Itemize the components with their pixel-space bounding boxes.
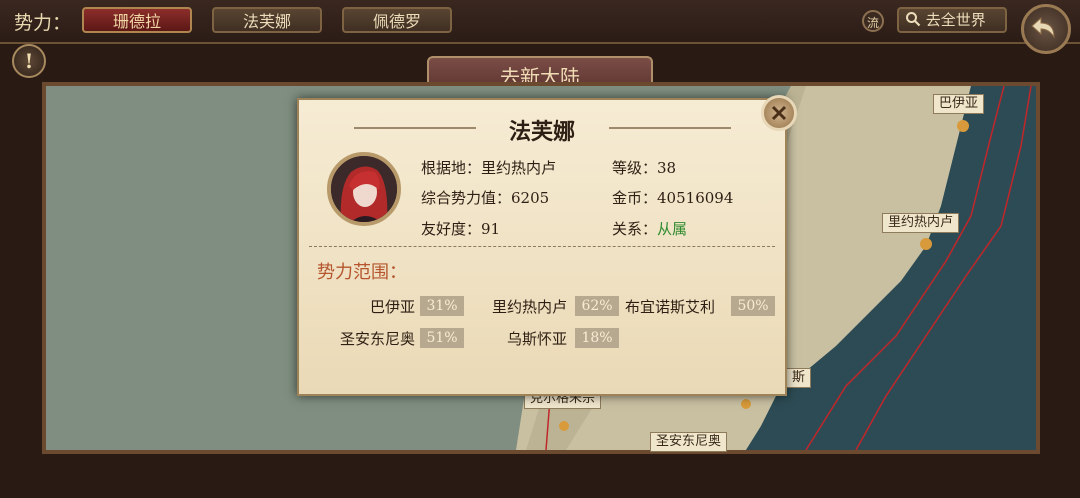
faction-tab-peideluo[interactable]: 佩德罗	[342, 7, 452, 33]
base-label: 根据地：	[421, 159, 482, 177]
gold-label: 金币：	[612, 189, 658, 207]
region-pct-buenos-aires: 50%	[731, 296, 775, 316]
power-value: 6205	[511, 189, 550, 207]
dialog-divider	[309, 246, 775, 247]
map-label-bottom-right[interactable]: 圣安东尼奥	[650, 432, 728, 452]
power-label: 综合势力值：	[421, 189, 512, 207]
portrait-icon	[331, 156, 397, 222]
base-row: 根据地：里约热内卢	[421, 157, 556, 178]
faction-info-dialog: 法芙娜 根据地：里约热内卢 等级：38 综合势力值：6205 金币：405160…	[297, 98, 787, 396]
alert-button[interactable]: !	[12, 44, 46, 78]
map-label-rio[interactable]: 里约热内卢	[882, 213, 960, 233]
friendship-value: 91	[481, 220, 501, 238]
base-value: 里约热内卢	[481, 159, 557, 177]
dialog-title: 法芙娜	[508, 119, 575, 145]
map-label-partial[interactable]: 斯	[786, 368, 812, 388]
region-name-bayia: 巴伊亚	[369, 298, 415, 316]
search-icon	[906, 12, 921, 27]
relation-row: 关系：从属	[612, 218, 687, 239]
top-bar: 势力： 珊德拉 法芙娜 佩德罗 流 去全世界	[0, 0, 1080, 54]
sphere-of-influence-title: 势力范围：	[317, 262, 407, 283]
close-icon	[771, 105, 787, 121]
region-name-buenos-aires: 布宜诺斯艾利	[624, 298, 715, 316]
relation-label: 关系：	[612, 220, 658, 238]
region-name-rio: 里约热内卢	[491, 298, 567, 316]
avatar	[327, 152, 401, 226]
go-world-button[interactable]: 去全世界	[897, 7, 1007, 33]
gold-row: 金币：40516094	[612, 187, 733, 208]
back-arrow-icon	[1031, 16, 1055, 39]
level-value: 38	[657, 159, 677, 177]
go-world-label: 去全世界	[925, 11, 986, 29]
region-name-ushuaia: 乌斯怀亚	[506, 330, 567, 348]
back-button[interactable]	[1021, 4, 1071, 54]
close-button[interactable]	[761, 95, 797, 131]
gold-value: 40516094	[657, 189, 734, 207]
faction-tab-shandela[interactable]: 珊德拉	[82, 7, 192, 33]
friendship-row: 友好度：91	[421, 218, 500, 239]
region-name-san-antonio: 圣安东尼奥	[339, 330, 415, 348]
faction-tab-fafuna[interactable]: 法芙娜	[212, 7, 322, 33]
exclamation-icon: !	[24, 49, 34, 73]
level-label: 等级：	[612, 159, 658, 177]
flow-button[interactable]: 流	[862, 10, 884, 32]
relation-value: 从属	[657, 220, 688, 238]
friendship-label: 友好度：	[421, 220, 482, 238]
level-row: 等级：38	[612, 157, 676, 178]
region-pct-ushuaia: 18%	[575, 328, 619, 348]
map-label-bayia[interactable]: 巴伊亚	[933, 94, 985, 114]
power-row: 综合势力值：6205	[421, 187, 549, 208]
faction-label: 势力：	[14, 12, 72, 34]
